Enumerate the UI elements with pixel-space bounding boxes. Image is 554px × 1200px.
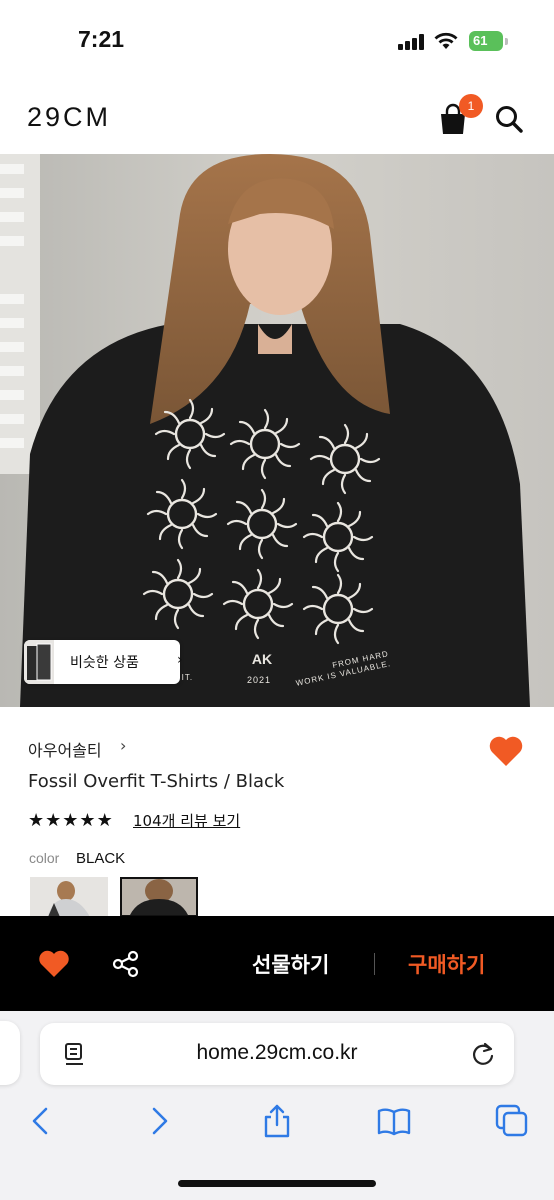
product-hero-image[interactable]: AK WITH IT. 2021 FROM HARD WORK IS VALUA…: [0, 154, 554, 707]
home-indicator: [178, 1180, 376, 1187]
svg-text:AK: AK: [252, 651, 272, 667]
similar-products-thumbnail: [24, 640, 54, 684]
action-divider: [374, 953, 375, 975]
star-icon: ★: [96, 810, 113, 831]
star-icon: ★: [62, 810, 79, 831]
search-icon[interactable]: [494, 104, 524, 134]
heart-icon[interactable]: [488, 734, 524, 768]
status-time: 7:21: [78, 26, 125, 52]
bookmarks-icon[interactable]: [376, 1103, 412, 1139]
rating-stars: ★★★★★: [28, 810, 114, 831]
share-icon[interactable]: [111, 949, 141, 979]
brand-name-link[interactable]: 아우어솔티: [28, 737, 102, 761]
gift-button[interactable]: 선물하기: [252, 949, 329, 979]
chevron-right-icon: ›: [120, 736, 127, 755]
color-value: BLACK: [76, 850, 126, 867]
cart-count-badge: 1: [459, 94, 483, 118]
chevron-right-icon: ›: [177, 652, 183, 668]
similar-products-label: 비슷한 상품: [70, 655, 139, 671]
color-swatch-selected[interactable]: [120, 877, 198, 917]
cellular-signal-icon: [398, 34, 426, 50]
status-bar: 7:21 61: [0, 0, 554, 84]
battery-tip: [505, 38, 508, 45]
color-swatch-option[interactable]: [30, 877, 108, 917]
product-photo: AK: [0, 154, 554, 707]
app-header: 29CM 1: [0, 84, 554, 154]
previous-tab-edge[interactable]: [0, 1021, 20, 1085]
tabs-icon[interactable]: [494, 1103, 530, 1139]
star-icon: ★: [45, 810, 62, 831]
address-bar[interactable]: home.29cm.co.kr: [40, 1023, 514, 1085]
star-icon: ★: [79, 810, 96, 831]
battery-indicator: 61: [469, 31, 503, 51]
share-sheet-icon[interactable]: [259, 1103, 295, 1139]
browser-toolbar: home.29cm.co.kr: [0, 1011, 554, 1200]
similar-products-button[interactable]: 비슷한 상품 ›: [24, 640, 183, 684]
url-text[interactable]: home.29cm.co.kr: [40, 1041, 514, 1065]
product-title: Fossil Overfit T-Shirts / Black: [28, 771, 285, 792]
color-label: color: [29, 850, 60, 866]
review-count-link[interactable]: 104개 리뷰 보기: [133, 810, 240, 831]
star-icon: ★: [28, 810, 45, 831]
site-logo[interactable]: 29CM: [27, 102, 111, 133]
wifi-icon: [434, 32, 458, 49]
forward-icon[interactable]: [142, 1103, 178, 1139]
back-icon[interactable]: [22, 1103, 58, 1139]
buy-button[interactable]: 구매하기: [408, 949, 485, 979]
heart-icon[interactable]: [38, 950, 70, 978]
shirt-print-year: 2021: [247, 675, 272, 685]
reload-icon[interactable]: [470, 1041, 496, 1067]
purchase-action-bar: 선물하기 구매하기: [0, 916, 554, 1011]
